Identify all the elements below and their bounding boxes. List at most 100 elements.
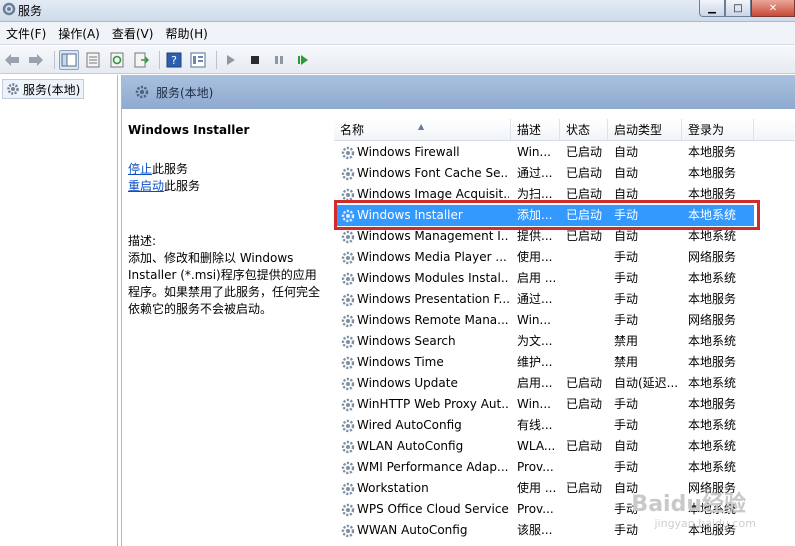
service-name: Windows Remote Mana... (357, 313, 509, 327)
service-gear-icon (341, 251, 355, 265)
service-status: 已启动 (566, 208, 603, 222)
maximize-button[interactable]: □ (725, 0, 751, 17)
properties-icon (86, 52, 100, 67)
service-name: Windows Presentation F... (357, 292, 509, 306)
refresh-button[interactable] (107, 50, 127, 70)
service-status (566, 289, 610, 310)
service-description: 维护... (517, 355, 553, 369)
service-log-on-as: 本地系统 (688, 229, 737, 243)
service-description: WLA... (517, 439, 556, 453)
gear-icon (135, 85, 149, 99)
tree-item-services-local[interactable]: 服务(本地) (2, 79, 85, 99)
toolbar-separator (54, 50, 55, 69)
restart-service-link[interactable]: 重启动 (128, 179, 164, 193)
forward-button[interactable] (26, 50, 46, 70)
service-gear-icon (341, 209, 355, 223)
service-row[interactable]: Windows Font Cache Se... 通过... 已启动 自动 本地服务 (334, 163, 754, 184)
service-description: 通过... (517, 166, 553, 180)
service-startup-type: 自动(延迟... (614, 376, 679, 390)
column-description-label: 描述 (517, 123, 542, 137)
gear-icon (7, 83, 19, 95)
service-startup-type: 手动 (614, 313, 639, 327)
window-controls: ▁ □ ✕ (699, 0, 795, 18)
export-list-button[interactable] (131, 50, 151, 70)
service-startup-type: 手动 (614, 208, 639, 222)
services-pane: 服务(本地) Windows Installer 停止此服务 重启动此服务 描述… (121, 75, 795, 546)
stop-icon (251, 55, 259, 64)
column-status-label: 状态 (566, 123, 591, 137)
service-startup-type: 自动 (614, 229, 639, 243)
service-gear-icon (341, 188, 355, 202)
column-description[interactable]: 描述 (511, 119, 560, 141)
service-row[interactable]: Windows Update 启用... 已启动 自动(延迟... 本地系统 (334, 373, 754, 394)
service-row[interactable]: Windows Image Acquisit... 为扫... 已启动 自动 本地服务 (334, 184, 754, 205)
restart-icon (298, 54, 308, 65)
menu-file[interactable]: 文件(F) (0, 25, 52, 42)
service-startup-type: 自动 (614, 145, 639, 159)
menu-action[interactable]: 操作(A) (52, 25, 106, 42)
properties-button[interactable] (83, 50, 103, 70)
service-row[interactable]: Windows Management I... 提供... 已启动 自动 本地系统 (334, 226, 754, 247)
service-row[interactable]: Windows Time 维护... 禁用 本地服务 (334, 352, 754, 373)
column-name[interactable]: 名称 ▲ (334, 119, 511, 141)
service-gear-icon (341, 461, 355, 475)
menu-view[interactable]: 查看(V) (106, 25, 160, 42)
service-description: 提供... (517, 229, 553, 243)
service-status: 已启动 (566, 187, 603, 201)
service-status (566, 268, 610, 289)
service-name: WLAN AutoConfig (357, 439, 464, 453)
service-name: WPS Office Cloud Service (357, 502, 509, 516)
service-row[interactable]: Windows Firewall Win... 已启动 自动 本地服务 (334, 142, 754, 163)
service-log-on-as: 本地系统 (688, 208, 737, 222)
service-row[interactable]: Windows Modules Instal... 启用 ... 手动 本地系统 (334, 268, 754, 289)
service-startup-type: 手动 (614, 271, 639, 285)
services-list: 名称 ▲ 描述 状态 启动类型 登录为 Windows Firewall Win.… (334, 109, 795, 546)
service-description: 使用 ... (517, 481, 557, 495)
help-icon: ? (166, 52, 182, 67)
back-button[interactable] (2, 50, 22, 70)
service-row[interactable]: Windows Presentation F... 通过... 手动 本地服务 (334, 289, 754, 310)
watermark-url: jingyan.baidu.com (654, 517, 756, 530)
service-row[interactable]: Wired AutoConfig 有线... 手动 本地系统 (334, 415, 754, 436)
service-startup-type: 手动 (614, 397, 639, 411)
console-tree-icon (61, 53, 77, 66)
service-row[interactable]: WinHTTP Web Proxy Aut... Win... 已启动 手动 本地服务 (334, 394, 754, 415)
stop-service-button[interactable] (245, 50, 265, 70)
service-gear-icon (341, 146, 355, 160)
stop-service-link[interactable]: 停止 (128, 162, 152, 176)
details-view-button[interactable] (188, 50, 208, 70)
service-log-on-as: 本地系统 (688, 376, 737, 390)
service-status (566, 520, 610, 541)
service-description: 为扫... (517, 187, 553, 201)
service-row[interactable]: Windows Media Player ... 使用... 手动 网络服务 (334, 247, 754, 268)
service-row[interactable]: WMI Performance Adap... Prov... 手动 本地系统 (334, 457, 754, 478)
service-row[interactable]: Windows Remote Mana... Win... 手动 网络服务 (334, 310, 754, 331)
service-log-on-as: 网络服务 (688, 250, 737, 264)
show-hide-console-tree-button[interactable] (59, 49, 79, 70)
restart-action-line: 重启动此服务 (128, 178, 326, 195)
column-status[interactable]: 状态 (560, 119, 608, 141)
play-icon (227, 54, 235, 65)
service-description: Prov... (517, 460, 554, 474)
watermark: Baidu经验 (631, 492, 746, 517)
service-name: Windows Update (357, 376, 458, 390)
service-name: Windows Image Acquisit... (357, 187, 509, 201)
menu-help[interactable]: 帮助(H) (159, 25, 213, 42)
services-app-icon (2, 2, 16, 16)
close-button[interactable]: ✕ (751, 0, 795, 17)
sort-ascending-icon: ▲ (418, 122, 425, 131)
help-button[interactable]: ? (164, 50, 184, 70)
service-startup-type: 手动 (614, 250, 639, 264)
column-log-on-as[interactable]: 登录为 (682, 119, 754, 141)
restart-service-button[interactable] (293, 50, 313, 70)
list-header: 名称 ▲ 描述 状态 启动类型 登录为 (334, 119, 795, 141)
service-row[interactable]: Windows Search 为文... 禁用 本地系统 (334, 331, 754, 352)
service-row[interactable]: WLAN AutoConfig WLA... 已启动 自动 本地系统 (334, 436, 754, 457)
column-startup-type[interactable]: 启动类型 (608, 119, 682, 141)
start-service-button[interactable] (221, 50, 241, 70)
service-gear-icon (341, 230, 355, 244)
minimize-button[interactable]: ▁ (699, 0, 725, 17)
pause-service-button[interactable] (269, 50, 289, 70)
service-row[interactable]: Windows Installer 添加... 已启动 手动 本地系统 (334, 205, 754, 226)
service-status: 已启动 (566, 229, 603, 243)
